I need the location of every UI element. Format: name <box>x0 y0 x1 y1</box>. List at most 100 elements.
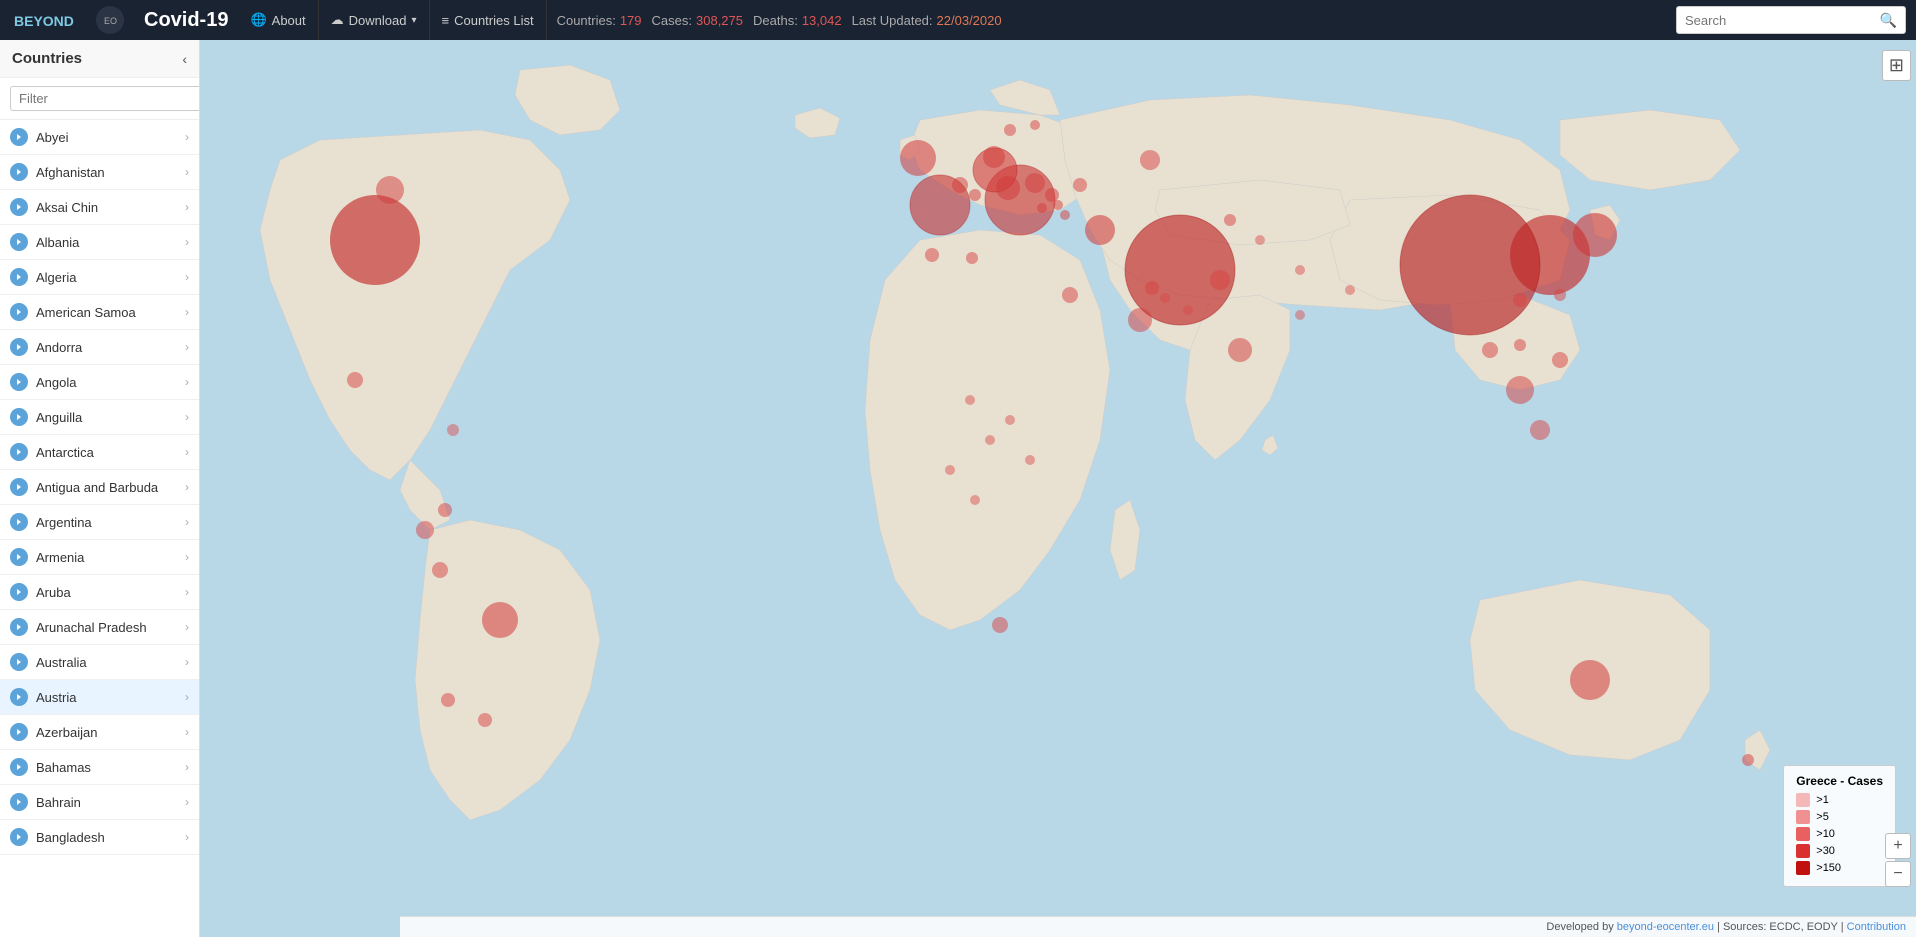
chevron-right-icon: › <box>185 200 189 214</box>
country-flag <box>10 618 28 636</box>
country-flag <box>10 268 28 286</box>
country-left: Angola <box>10 373 76 391</box>
country-left: Antigua and Barbuda <box>10 478 158 496</box>
countries-stat-val: 179 <box>620 13 642 28</box>
country-flag <box>10 338 28 356</box>
country-list-item[interactable]: Algeria › <box>0 260 199 295</box>
country-left: Arunachal Pradesh <box>10 618 147 636</box>
logo-area: BEYOND EO Covid-19 <box>10 4 228 36</box>
country-name: American Samoa <box>36 305 136 320</box>
country-list-item[interactable]: Angola › <box>0 365 199 400</box>
chevron-right-icon: › <box>185 235 189 249</box>
country-list-item[interactable]: Australia › <box>0 645 199 680</box>
chevron-right-icon: › <box>185 515 189 529</box>
zoom-out-button[interactable]: − <box>1885 861 1911 887</box>
country-flag <box>10 688 28 706</box>
country-left: Anguilla <box>10 408 82 426</box>
about-label: About <box>272 13 306 28</box>
country-left: Afghanistan <box>10 163 105 181</box>
country-list-item[interactable]: Bahamas › <box>0 750 199 785</box>
legend-label-150: >150 <box>1816 862 1841 874</box>
country-list-item[interactable]: Bangladesh › <box>0 820 199 855</box>
legend-row: >30 <box>1796 844 1883 858</box>
country-left: Bangladesh <box>10 828 105 846</box>
country-list-item[interactable]: Andorra › <box>0 330 199 365</box>
globe-icon: 🌐 <box>250 12 266 28</box>
footer-link[interactable]: beyond-eocenter.eu <box>1617 921 1714 933</box>
legend-swatch-10 <box>1796 827 1810 841</box>
sidebar-collapse-button[interactable]: ‹ <box>182 51 187 67</box>
country-name: Antarctica <box>36 445 94 460</box>
zoom-in-button[interactable]: + <box>1885 833 1911 859</box>
country-left: Australia <box>10 653 87 671</box>
chevron-right-icon: › <box>185 620 189 634</box>
layer-toggle-button[interactable]: ⊞ <box>1882 50 1911 81</box>
country-left: Abyei <box>10 128 69 146</box>
countries-list-label: Countries List <box>454 13 533 28</box>
country-name: Abyei <box>36 130 69 145</box>
search-box[interactable]: 🔍 <box>1676 6 1906 34</box>
chevron-right-icon: › <box>185 760 189 774</box>
country-name: Algeria <box>36 270 76 285</box>
legend-title: Greece - Cases <box>1796 774 1883 788</box>
list-icon: ≡ <box>442 13 450 28</box>
country-list-item[interactable]: Argentina › <box>0 505 199 540</box>
chevron-right-icon: › <box>185 480 189 494</box>
country-list-item[interactable]: Albania › <box>0 225 199 260</box>
country-left: Azerbaijan <box>10 723 97 741</box>
country-list-item[interactable]: Armenia › <box>0 540 199 575</box>
country-flag <box>10 723 28 741</box>
countries-list-nav-item[interactable]: ≡ Countries List <box>430 0 547 40</box>
legend-swatch-1 <box>1796 793 1810 807</box>
country-list-item[interactable]: Aruba › <box>0 575 199 610</box>
world-map[interactable] <box>200 40 1916 937</box>
about-nav-item[interactable]: 🌐 About <box>238 0 318 40</box>
country-left: American Samoa <box>10 303 136 321</box>
map-container: ⊞ Greece - Cases >1 >5 >10 >30 <box>200 40 1916 937</box>
chevron-right-icon: › <box>185 410 189 424</box>
country-name: Bahamas <box>36 760 91 775</box>
country-flag <box>10 408 28 426</box>
svg-text:EO: EO <box>104 16 117 26</box>
app-title: Covid-19 <box>144 9 228 32</box>
search-icon[interactable]: 🔍 <box>1880 12 1897 29</box>
cases-stat-val: 308,275 <box>696 13 743 28</box>
country-list-item[interactable]: Anguilla › <box>0 400 199 435</box>
footer-text: Developed by beyond-eocenter.eu | Source… <box>1546 921 1906 933</box>
country-list-item[interactable]: Antarctica › <box>0 435 199 470</box>
cases-stat-label: Cases: <box>652 13 692 28</box>
country-left: Albania <box>10 233 79 251</box>
chevron-right-icon: › <box>185 550 189 564</box>
chevron-right-icon: › <box>185 585 189 599</box>
chevron-right-icon: › <box>185 340 189 354</box>
contribution-link[interactable]: Contribution <box>1847 921 1906 933</box>
countries-stat-label: Countries: <box>557 13 616 28</box>
country-name: Angola <box>36 375 76 390</box>
country-name: Antigua and Barbuda <box>36 480 158 495</box>
legend-row: >1 <box>1796 793 1883 807</box>
download-nav-item[interactable]: ☁ Download ▾ <box>319 0 430 40</box>
country-flag <box>10 373 28 391</box>
legend-label-10: >10 <box>1816 828 1835 840</box>
country-flag <box>10 233 28 251</box>
country-list-item[interactable]: Bahrain › <box>0 785 199 820</box>
country-list-item[interactable]: Azerbaijan › <box>0 715 199 750</box>
country-list-item[interactable]: Arunachal Pradesh › <box>0 610 199 645</box>
country-list-item[interactable]: Afghanistan › <box>0 155 199 190</box>
country-name: Australia <box>36 655 87 670</box>
country-left: Algeria <box>10 268 76 286</box>
country-name: Albania <box>36 235 79 250</box>
country-list-item[interactable]: Aksai Chin › <box>0 190 199 225</box>
legend-swatch-150 <box>1796 861 1810 875</box>
country-list-item[interactable]: Austria › <box>0 680 199 715</box>
country-left: Austria <box>10 688 76 706</box>
country-list-item[interactable]: Abyei › <box>0 120 199 155</box>
country-list-item[interactable]: American Samoa › <box>0 295 199 330</box>
country-list-item[interactable]: Antigua and Barbuda › <box>0 470 199 505</box>
filter-input[interactable] <box>10 86 200 111</box>
search-input[interactable] <box>1685 13 1880 28</box>
zoom-controls: + − <box>1885 833 1911 887</box>
country-left: Aksai Chin <box>10 198 98 216</box>
chevron-right-icon: › <box>185 445 189 459</box>
country-flag <box>10 303 28 321</box>
